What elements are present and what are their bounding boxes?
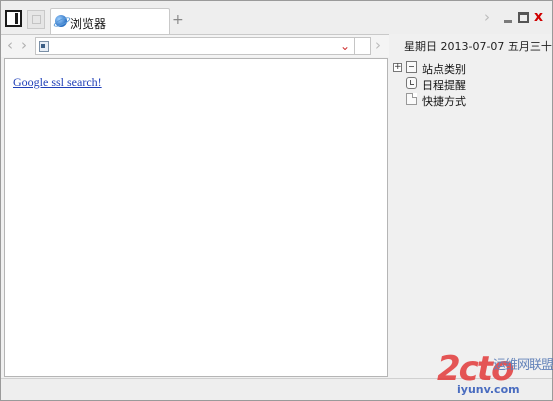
watermark-name: 运维网联盟 xyxy=(493,358,553,373)
google-ssl-search-link[interactable]: Google ssl search! xyxy=(13,75,102,90)
tab-bar: 浏览器 + › x xyxy=(1,1,552,35)
address-bar[interactable]: ⌄ xyxy=(35,37,355,55)
shortcut-icon xyxy=(406,93,417,105)
tab-scroll-right-icon[interactable]: › xyxy=(484,10,490,25)
sidebar-tree: + 站点类别 日程提醒 快捷方式 xyxy=(390,57,550,377)
new-tab-button[interactable]: + xyxy=(172,13,184,27)
navigation-toolbar: ‹ › ⌄ › xyxy=(1,34,389,57)
date-display: 星期日 2013-07-07 五月三十 xyxy=(404,40,552,53)
close-icon[interactable]: x xyxy=(534,10,543,24)
browser-window: 浏览器 + › x ‹ › ⌄ › 星期日 2013-07-07 五月三十 Go… xyxy=(0,0,553,401)
sidebar-toggle-icon[interactable] xyxy=(5,10,22,27)
go-arrow-icon[interactable]: › xyxy=(375,37,381,53)
sidebar-item-label: 快捷方式 xyxy=(422,95,466,108)
address-input[interactable] xyxy=(52,39,332,53)
blank-tab-icon[interactable] xyxy=(27,10,45,29)
forward-button[interactable]: › xyxy=(21,37,27,53)
category-icon xyxy=(406,61,417,73)
minimize-icon[interactable] xyxy=(504,20,512,23)
watermark-url: iyunv.com xyxy=(457,383,520,396)
clock-icon xyxy=(406,77,417,89)
tab-title: 浏览器 xyxy=(70,17,107,31)
globe-icon xyxy=(55,15,67,27)
expand-icon[interactable]: + xyxy=(393,63,402,72)
sidebar-item-label: 日程提醒 xyxy=(422,79,466,92)
page-content: Google ssl search! xyxy=(4,58,388,377)
watermark: 2cto 运维网联盟 iyunv.com xyxy=(437,346,553,401)
address-dropdown-icon[interactable]: ⌄ xyxy=(340,37,350,55)
back-button[interactable]: ‹ xyxy=(7,37,13,53)
maximize-icon[interactable] xyxy=(518,12,529,23)
go-box[interactable] xyxy=(354,37,371,55)
tab-browser[interactable]: 浏览器 xyxy=(50,8,170,35)
sidebar-item-label: 站点类别 xyxy=(422,63,466,76)
site-favicon-icon xyxy=(39,41,49,52)
